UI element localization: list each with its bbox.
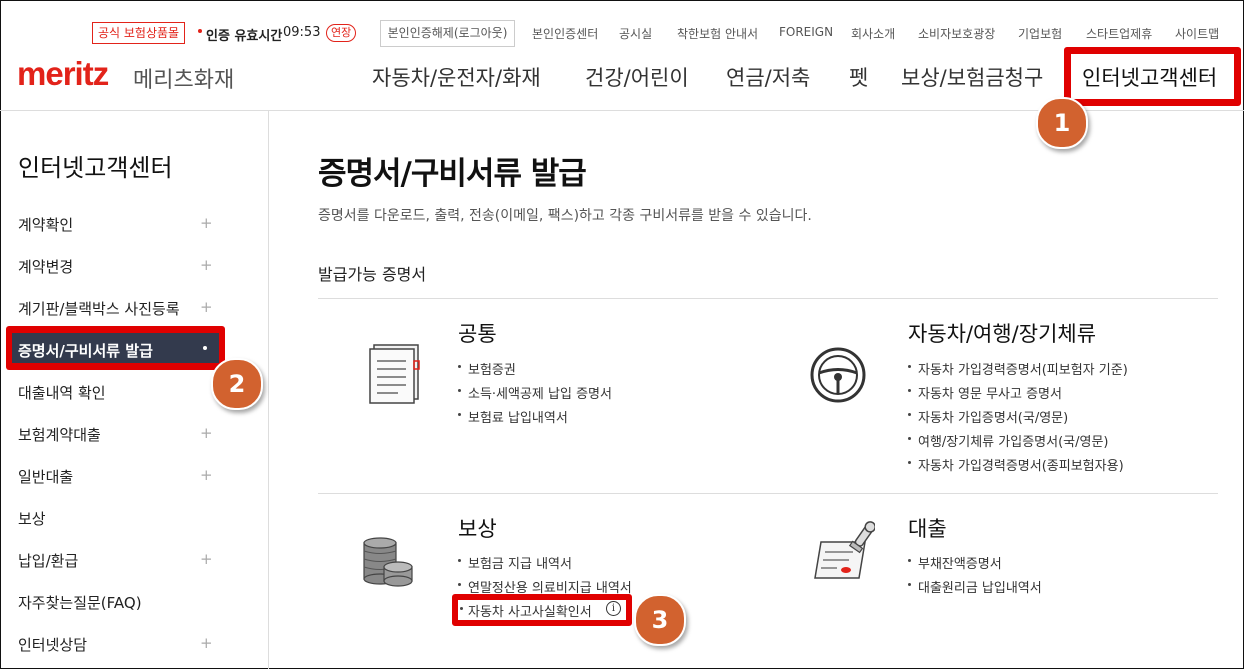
card-link-policy[interactable]: 보험증권 — [468, 359, 516, 378]
card-link-claim-payment[interactable]: 보험금 지급 내역서 — [468, 553, 572, 572]
active-dot-icon — [203, 346, 207, 350]
section-divider — [318, 298, 1218, 299]
bullet-icon — [458, 365, 461, 368]
auth-label: 인증 유효시간 — [206, 29, 283, 44]
coins-icon — [363, 537, 413, 587]
bullet-icon — [908, 413, 911, 416]
expand-plus-icon[interactable]: + — [200, 298, 213, 316]
card-title-compensation: 보상 — [458, 517, 497, 541]
auth-dot-icon — [198, 29, 202, 33]
gnb-item-pet[interactable]: 펫 — [849, 62, 868, 92]
page-description: 증명서를 다운로드, 출력, 전송(이메일, 팩스)하고 각종 구비서류를 받을… — [318, 208, 812, 224]
util-link-foreign[interactable]: FOREIGN — [779, 25, 833, 39]
sidebar-item-contract-change[interactable]: 계약변경 — [18, 256, 73, 277]
section-title: 발급가능 증명서 — [318, 265, 427, 284]
document-icon — [369, 344, 420, 404]
expand-plus-icon[interactable]: + — [200, 634, 213, 652]
step-marker-3: 3 — [634, 594, 686, 646]
card-link-no-accident[interactable]: 자동차 영문 무사고 증명서 — [918, 383, 1062, 402]
sidebar-title: 인터넷고객센터 — [18, 154, 173, 182]
expand-plus-icon[interactable]: + — [200, 550, 213, 568]
bullet-icon — [908, 365, 911, 368]
row-divider — [318, 493, 1218, 494]
bullet-icon — [458, 389, 461, 392]
bullet-icon — [460, 607, 463, 610]
card-link-auto-enrollment[interactable]: 자동차 가입증명서(국/영문) — [918, 407, 1068, 426]
expand-plus-icon[interactable]: + — [200, 424, 213, 442]
util-link-disclosure[interactable]: 공시실 — [619, 25, 652, 42]
sidebar-item-online-consult[interactable]: 인터넷상담 — [18, 634, 87, 655]
util-link-auth-center[interactable]: 본인인증센터 — [532, 25, 598, 42]
util-link-startup[interactable]: 스타트업제휴 — [1086, 25, 1152, 42]
bullet-icon — [908, 583, 911, 586]
card-link-accident-confirmation[interactable]: 자동차 사고사실확인서 — [468, 601, 592, 620]
bullet-icon — [458, 583, 461, 586]
gnb-item-health[interactable]: 건강/어린이 — [585, 62, 689, 92]
card-link-loan-payment[interactable]: 대출원리금 납입내역서 — [918, 577, 1042, 596]
meritz-logo[interactable]: meritz — [17, 55, 109, 93]
bullet-icon — [908, 461, 911, 464]
expand-plus-icon[interactable]: + — [200, 466, 213, 484]
card-link-premium-payment[interactable]: 보험료 납입내역서 — [468, 407, 568, 426]
util-link-company[interactable]: 회사소개 — [851, 25, 895, 42]
bullet-icon — [908, 437, 911, 440]
card-title-auto-travel: 자동차/여행/장기체류 — [908, 322, 1097, 346]
sidebar-item-compensation[interactable]: 보상 — [18, 508, 46, 529]
card-link-auto-history-secondary[interactable]: 자동차 가입경력증명서(종피보험자용) — [918, 455, 1124, 474]
sidebar-item-certificates-label[interactable]: 증명서/구비서류 발급 — [18, 340, 153, 361]
card-title-loan: 대출 — [908, 517, 947, 541]
expand-plus-icon[interactable]: + — [200, 214, 213, 232]
gnb-item-pension[interactable]: 연금/저축 — [726, 62, 810, 92]
card-link-tax-deduction[interactable]: 소득·세액공제 납입 증명서 — [468, 383, 612, 402]
step-marker-1: 1 — [1036, 97, 1088, 149]
contract-stamp-icon — [814, 521, 875, 579]
sidebar-item-dashcam-photo[interactable]: 계기판/블랙박스 사진등록 — [18, 298, 180, 319]
card-link-travel-enrollment[interactable]: 여행/장기체류 가입증명서(국/영문) — [918, 431, 1108, 450]
sidebar-item-policy-loan[interactable]: 보험계약대출 — [18, 424, 101, 445]
util-link-guide[interactable]: 착한보험 안내서 — [677, 25, 758, 42]
util-link-consumer[interactable]: 소비자보호광장 — [918, 25, 995, 42]
gnb-item-customer-center[interactable]: 인터넷고객센터 — [1082, 62, 1217, 92]
sidebar-item-payment-refund[interactable]: 납입/환급 — [18, 550, 78, 571]
util-link-corporate[interactable]: 기업보험 — [1018, 25, 1062, 42]
bullet-icon — [458, 559, 461, 562]
card-link-auto-history[interactable]: 자동차 가입경력증명서(피보험자 기준) — [918, 359, 1128, 378]
bullet-icon — [458, 413, 461, 416]
auth-time: 09:53 — [283, 25, 321, 40]
page-title: 증명서/구비서류 발급 — [318, 156, 587, 192]
official-store-badge[interactable]: 공식 보험상품몰 — [92, 22, 186, 44]
meritz-logo-sub[interactable]: 메리츠화재 — [133, 62, 234, 94]
gnb-item-claims[interactable]: 보상/보험금청구 — [901, 62, 1043, 92]
step-marker-2: 2 — [211, 358, 263, 410]
expand-plus-icon[interactable]: + — [200, 256, 213, 274]
bullet-icon — [908, 559, 911, 562]
sidebar-item-contract-check[interactable]: 계약확인 — [18, 214, 73, 235]
extend-session-button[interactable]: 연장 — [326, 24, 357, 42]
card-title-common: 공통 — [458, 322, 497, 346]
sidebar-divider — [268, 111, 269, 669]
bullet-icon — [908, 389, 911, 392]
gnb-item-auto[interactable]: 자동차/운전자/화재 — [372, 62, 541, 92]
info-icon[interactable]: i — [606, 601, 621, 616]
sidebar-item-faq[interactable]: 자주찾는질문(FAQ) — [18, 592, 142, 613]
steering-wheel-icon — [810, 347, 866, 403]
util-link-sitemap[interactable]: 사이트맵 — [1175, 25, 1219, 42]
card-link-debt-balance[interactable]: 부채잔액증명서 — [918, 553, 1002, 572]
sidebar-item-general-loan[interactable]: 일반대출 — [18, 466, 73, 487]
logout-button[interactable]: 본인인증해제(로그아웃) — [380, 20, 515, 47]
sidebar-item-loan-history[interactable]: 대출내역 확인 — [18, 382, 106, 403]
